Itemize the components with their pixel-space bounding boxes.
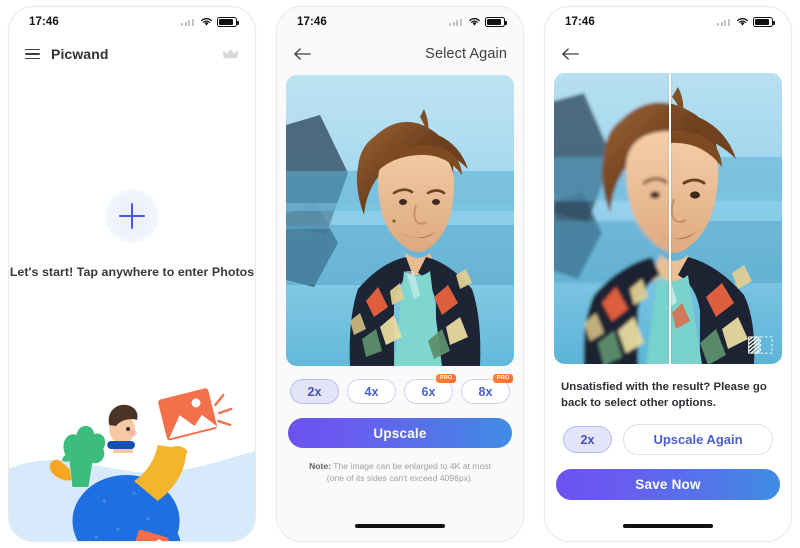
status-bar-time: 17:46: [565, 16, 595, 28]
signal-bars-icon: [449, 18, 464, 26]
screenshot-stage: 17:46 Picwand Let's start! Tap anywhere …: [0, 0, 800, 548]
upscale-again-button[interactable]: Upscale Again: [623, 424, 773, 456]
battery-icon: [753, 17, 776, 27]
upscale-note: Note: The image can be enlarged to 4K at…: [294, 460, 506, 485]
source-photo[interactable]: [286, 75, 514, 366]
phone-screen-home: 17:46 Picwand Let's start! Tap anywhere …: [8, 6, 256, 542]
home-indicator: [355, 523, 445, 528]
home-body: Let's start! Tap anywhere to enter Photo…: [9, 71, 255, 541]
add-photo-area[interactable]: Let's start! Tap anywhere to enter Photo…: [9, 189, 255, 279]
battery-icon: [485, 17, 508, 27]
scale-label: 2x: [307, 384, 322, 399]
scale-options: 2x 4x 6x PRO 8x PRO: [277, 374, 523, 404]
pro-badge: PRO: [436, 374, 456, 383]
wifi-icon: [736, 17, 749, 27]
signal-bars-icon: [181, 18, 196, 26]
scale-option-4x[interactable]: 4x: [347, 379, 396, 404]
home-indicator: [623, 523, 713, 528]
result-navbar: [545, 37, 791, 71]
page-title: Picwand: [51, 46, 109, 62]
result-message: Unsatisfied with the result? Please go b…: [561, 381, 767, 410]
person-with-photos-illustration: [9, 388, 255, 541]
result-photo-compare[interactable]: [554, 73, 782, 364]
save-now-button[interactable]: Save Now: [556, 469, 780, 501]
result-scale-chip[interactable]: 2x: [563, 426, 612, 454]
wifi-icon: [468, 17, 481, 27]
scale-option-6x[interactable]: 6x PRO: [404, 374, 456, 404]
signal-bars-icon: [717, 18, 732, 26]
phone-screen-result: 17:46 Unsatisfied with the result? Pleas…: [544, 6, 792, 542]
status-bar-time: 17:46: [297, 16, 327, 28]
status-bar: 17:46: [277, 7, 523, 37]
status-bar: 17:46: [9, 7, 255, 37]
home-navbar: Picwand: [9, 37, 255, 71]
plus-icon: [119, 203, 145, 229]
hamburger-menu-icon[interactable]: [25, 48, 40, 60]
scale-label: 4x: [364, 384, 379, 399]
select-again-link[interactable]: Select Again: [425, 46, 507, 62]
add-photo-button[interactable]: [105, 189, 159, 243]
scale-option-8x[interactable]: 8x PRO: [461, 374, 513, 404]
phone-screen-select-scale: 17:46 Select Again 2x 4x 6x PRO 8x PRO U…: [276, 6, 524, 542]
wifi-icon: [200, 17, 213, 27]
crown-icon[interactable]: [222, 47, 239, 61]
back-arrow-icon[interactable]: [561, 47, 579, 61]
scale-option-2x[interactable]: 2x: [290, 379, 339, 404]
note-line-2: (one of its sides can't exceed 4096px).: [326, 473, 474, 484]
note-line-1: The image can be enlarged to 4K at most: [331, 461, 491, 471]
result-actions: 2x Upscale Again: [563, 424, 791, 456]
before-after-compare-icon[interactable]: [748, 336, 773, 355]
back-arrow-icon[interactable]: [293, 47, 311, 61]
upscale-button[interactable]: Upscale: [288, 418, 512, 448]
compare-slider-handle[interactable]: [669, 73, 672, 364]
status-bar-time: 17:46: [29, 16, 59, 28]
pro-badge: PRO: [493, 374, 513, 383]
home-hint-text: Let's start! Tap anywhere to enter Photo…: [9, 265, 255, 279]
status-bar: 17:46: [545, 7, 791, 37]
scale-label: 6x: [421, 384, 436, 399]
battery-icon: [217, 17, 240, 27]
scale-label: 8x: [478, 384, 493, 399]
note-label: Note:: [309, 461, 332, 471]
select-navbar: Select Again: [277, 37, 523, 71]
